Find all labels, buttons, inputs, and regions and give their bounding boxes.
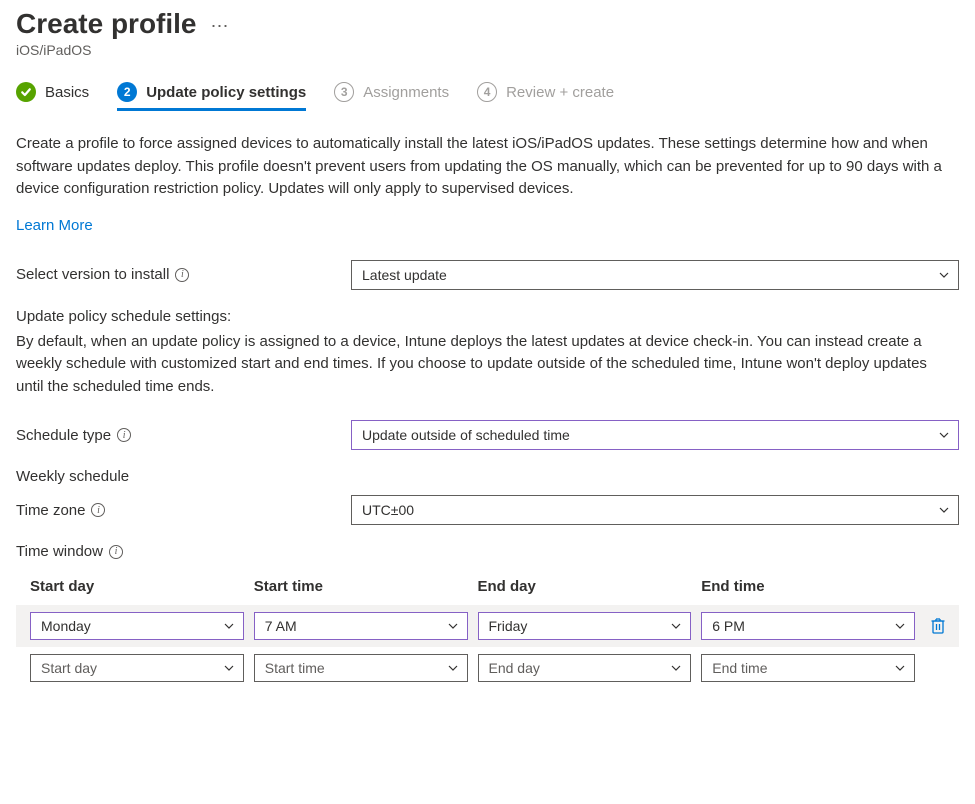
chevron-down-icon xyxy=(447,662,459,674)
start-time-dropdown[interactable]: 7 AM xyxy=(254,612,468,640)
info-icon[interactable]: i xyxy=(109,545,123,559)
learn-more-link[interactable]: Learn More xyxy=(16,217,93,234)
select-version-label: Select version to install i xyxy=(16,266,351,283)
table-row: Start day Start time End day End time xyxy=(16,647,959,689)
tab-basics[interactable]: Basics xyxy=(16,82,89,111)
step-number-icon: 2 xyxy=(117,82,137,102)
select-value: 7 AM xyxy=(265,618,297,634)
schedule-type-label: Schedule type i xyxy=(16,427,351,444)
time-window-label: Time window i xyxy=(16,543,959,560)
schedule-settings-description: By default, when an update policy is ass… xyxy=(16,331,956,399)
end-time-dropdown[interactable]: 6 PM xyxy=(701,612,915,640)
chevron-down-icon xyxy=(894,620,906,632)
tab-label: Review + create xyxy=(506,84,614,101)
label-text: Schedule type xyxy=(16,427,111,444)
start-time-dropdown[interactable]: Start time xyxy=(254,654,468,682)
chevron-down-icon xyxy=(447,620,459,632)
select-placeholder: Start day xyxy=(41,660,97,676)
col-header-end-day: End day xyxy=(478,578,692,595)
schedule-type-dropdown[interactable]: Update outside of scheduled time xyxy=(351,420,959,450)
tab-assignments[interactable]: 3 Assignments xyxy=(334,82,449,111)
select-placeholder: End time xyxy=(712,660,767,676)
step-number-icon: 3 xyxy=(334,82,354,102)
tab-review-create[interactable]: 4 Review + create xyxy=(477,82,614,111)
col-header-start-day: Start day xyxy=(30,578,244,595)
start-day-dropdown[interactable]: Start day xyxy=(30,654,244,682)
label-text: Time zone xyxy=(16,502,85,519)
chevron-down-icon xyxy=(894,662,906,674)
select-value: UTC±00 xyxy=(362,502,414,518)
time-zone-label: Time zone i xyxy=(16,502,351,519)
chevron-down-icon xyxy=(938,429,950,441)
label-text: Time window xyxy=(16,543,103,560)
page-title: Create profile xyxy=(16,8,197,40)
col-header-end-time: End time xyxy=(701,578,915,595)
description-text: Create a profile to force assigned devic… xyxy=(16,133,956,201)
col-header-start-time: Start time xyxy=(254,578,468,595)
step-number-icon: 4 xyxy=(477,82,497,102)
more-actions-icon[interactable]: ⋯ xyxy=(211,12,231,37)
chevron-down-icon xyxy=(670,620,682,632)
select-value: Update outside of scheduled time xyxy=(362,427,570,443)
select-value: 6 PM xyxy=(712,618,745,634)
select-version-dropdown[interactable]: Latest update xyxy=(351,260,959,290)
check-icon xyxy=(16,82,36,102)
chevron-down-icon xyxy=(223,620,235,632)
tab-label: Update policy settings xyxy=(146,84,306,101)
select-value: Friday xyxy=(489,618,528,634)
time-window-table: Start day Start time End day End time Mo… xyxy=(16,578,959,689)
select-placeholder: End day xyxy=(489,660,540,676)
table-row: Monday 7 AM Friday 6 PM xyxy=(16,605,959,647)
end-time-dropdown[interactable]: End time xyxy=(701,654,915,682)
schedule-settings-title: Update policy schedule settings: xyxy=(16,308,959,325)
start-day-dropdown[interactable]: Monday xyxy=(30,612,244,640)
wizard-tabs: Basics 2 Update policy settings 3 Assign… xyxy=(16,82,959,111)
page-subtitle: iOS/iPadOS xyxy=(16,42,959,58)
delete-row-button[interactable] xyxy=(930,617,946,635)
info-icon[interactable]: i xyxy=(117,428,131,442)
tab-label: Assignments xyxy=(363,84,449,101)
end-day-dropdown[interactable]: Friday xyxy=(478,612,692,640)
end-day-dropdown[interactable]: End day xyxy=(478,654,692,682)
select-value: Latest update xyxy=(362,267,447,283)
info-icon[interactable]: i xyxy=(175,268,189,282)
tab-update-policy-settings[interactable]: 2 Update policy settings xyxy=(117,82,306,111)
chevron-down-icon xyxy=(938,504,950,516)
label-text: Select version to install xyxy=(16,266,169,283)
info-icon[interactable]: i xyxy=(91,503,105,517)
tab-label: Basics xyxy=(45,84,89,101)
select-placeholder: Start time xyxy=(265,660,325,676)
trash-icon xyxy=(930,617,946,635)
chevron-down-icon xyxy=(223,662,235,674)
time-zone-dropdown[interactable]: UTC±00 xyxy=(351,495,959,525)
select-value: Monday xyxy=(41,618,91,634)
chevron-down-icon xyxy=(938,269,950,281)
chevron-down-icon xyxy=(670,662,682,674)
weekly-schedule-title: Weekly schedule xyxy=(16,468,959,485)
